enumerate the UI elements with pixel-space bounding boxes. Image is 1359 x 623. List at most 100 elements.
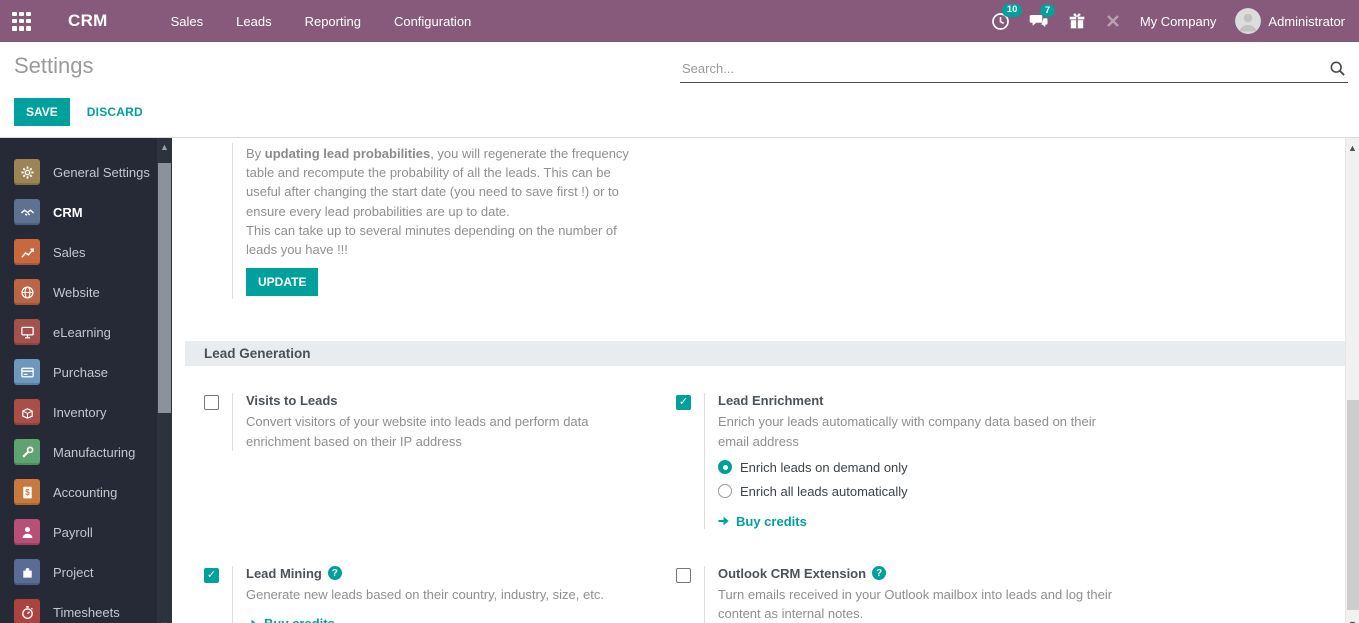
sidebar-item-label: Payroll (53, 524, 93, 540)
sidebar-item-website[interactable]: Website (0, 272, 172, 312)
purchase-card-icon (14, 359, 40, 385)
user-menu[interactable]: Administrator (1268, 14, 1345, 29)
sidebar-item-elearning[interactable]: eLearning (0, 312, 172, 352)
sidebar-item-accounting[interactable]: $ Accounting (0, 472, 172, 512)
radio-enrich-all-leads[interactable]: Enrich all leads automatically (718, 484, 1118, 499)
settings-grid: Visits to Leads Convert visitors of your… (204, 393, 1345, 623)
lead-enrichment-checkbox[interactable] (676, 395, 691, 411)
sidebar-scrollbar[interactable]: ▲ ▼ (157, 138, 172, 623)
update-note-warning: This can take up to several minutes depe… (246, 222, 617, 258)
sidebar-item-sales[interactable]: Sales (0, 232, 172, 272)
setting-description: Enrich your leads automatically with com… (718, 414, 1096, 449)
wrench-icon (14, 439, 40, 465)
settings-sidebar: General Settings CRM Sales Website eLearning… (0, 138, 172, 623)
payroll-person-icon (14, 519, 40, 545)
sidebar-item-label: Purchase (53, 364, 108, 380)
app-menubar: Sales Leads Reporting Configuration (165, 10, 478, 33)
top-navbar: CRM Sales Leads Reporting Configuration … (0, 0, 1359, 42)
sidebar-scroll-up-icon[interactable]: ▲ (157, 142, 172, 152)
settings-main-panel: By updating lead probabilities, you will… (172, 138, 1345, 623)
sidebar-item-label: eLearning (53, 324, 111, 340)
sidebar-item-purchase[interactable]: Purchase (0, 352, 172, 392)
box-icon (14, 399, 40, 425)
sidebar-item-label: Website (53, 284, 100, 300)
enrichment-mode-radios: Enrich leads on demand only Enrich all l… (718, 460, 1118, 499)
handshake-icon (14, 199, 40, 225)
activities-icon[interactable]: 10 (991, 3, 1023, 31)
radio-button[interactable] (718, 460, 732, 475)
sidebar-item-project[interactable]: Project (0, 552, 172, 592)
sidebar-item-label: Timesheets (53, 604, 120, 620)
search-icon[interactable] (1329, 60, 1346, 77)
sidebar-item-crm[interactable]: CRM (0, 192, 172, 232)
sidebar-item-label: General Settings (53, 164, 150, 180)
messages-badge: 7 (1039, 4, 1056, 18)
visits-to-leads-checkbox[interactable] (204, 395, 219, 411)
setting-description: Generate new leads based on their countr… (246, 586, 604, 602)
sidebar-item-timesheets[interactable]: Timesheets (0, 592, 172, 623)
systray: 10 7 My Company Administrator (991, 3, 1345, 34)
sidebar-items: General Settings CRM Sales Website eLearning… (0, 138, 172, 623)
menu-reporting[interactable]: Reporting (299, 10, 367, 33)
setting-title: Lead Enrichment (718, 393, 824, 409)
sidebar-scrollbar-thumb[interactable] (158, 163, 171, 413)
search-input[interactable] (682, 61, 1329, 76)
setting-title: Visits to Leads (246, 393, 338, 409)
arrow-right-icon (718, 516, 729, 526)
setting-lead-mining: Lead Mining ? Generate new leads based o… (204, 565, 676, 623)
app-title[interactable]: CRM (68, 11, 108, 31)
lead-mining-checkbox[interactable] (204, 567, 219, 583)
user-avatar[interactable] (1235, 8, 1262, 34)
discard-button[interactable]: DISCARD (87, 105, 143, 119)
update-note-text: By updating lead probabilities, you will… (246, 146, 629, 219)
setting-visits-to-leads: Visits to Leads Convert visitors of your… (204, 393, 676, 451)
control-panel: Settings SAVE DISCARD (0, 42, 1359, 138)
sidebar-item-inventory[interactable]: Inventory (0, 392, 172, 432)
page-title: Settings (14, 53, 94, 78)
apps-menu-icon[interactable] (12, 11, 31, 31)
sales-chart-icon (14, 239, 40, 265)
scroll-up-icon[interactable]: ▲ (1346, 143, 1359, 153)
main-scrollbar-thumb[interactable] (1347, 400, 1359, 610)
outlook-extension-checkbox[interactable] (676, 567, 691, 583)
setting-outlook-crm-extension: Outlook CRM Extension ? Turn emails rece… (676, 565, 1345, 623)
sidebar-item-label: Project (53, 564, 94, 580)
support-tools-icon[interactable] (1105, 13, 1121, 29)
scroll-down-icon[interactable]: ▼ (1346, 619, 1359, 623)
gear-icon (14, 159, 40, 185)
update-button[interactable]: UPDATE (246, 268, 319, 297)
buy-credits-link-enrichment[interactable]: Buy credits (718, 514, 1118, 529)
update-probabilities-note: By updating lead probabilities, you will… (232, 143, 637, 300)
sidebar-item-payroll[interactable]: Payroll (0, 512, 172, 552)
buy-credits-link-mining[interactable]: Buy credits (246, 616, 604, 623)
main-scrollbar[interactable]: ▲ ▼ (1345, 138, 1359, 623)
invoice-icon: $ (14, 479, 40, 505)
sidebar-item-label: Sales (53, 244, 86, 260)
company-switcher[interactable]: My Company (1140, 14, 1217, 29)
setting-description: Convert visitors of your website into le… (246, 414, 589, 449)
radio-enrich-on-demand[interactable]: Enrich leads on demand only (718, 460, 1118, 475)
puzzle-icon (14, 559, 40, 585)
setting-title: Lead Mining ? (246, 566, 604, 581)
presentation-icon (14, 319, 40, 345)
section-header-lead-generation: Lead Generation (185, 341, 1345, 367)
sidebar-item-label: Accounting (53, 484, 118, 500)
sidebar-item-manufacturing[interactable]: Manufacturing (0, 432, 172, 472)
setting-description: Turn emails received in your Outlook mai… (718, 586, 1113, 622)
help-icon[interactable]: ? (327, 566, 342, 581)
search-bar (680, 58, 1348, 83)
svg-text:$: $ (25, 488, 30, 497)
menu-leads[interactable]: Leads (230, 10, 277, 33)
setting-title: Outlook CRM Extension ? (718, 566, 1123, 581)
radio-button[interactable] (718, 484, 732, 499)
menu-sales[interactable]: Sales (165, 10, 210, 33)
save-button[interactable]: SAVE (14, 98, 70, 126)
arrow-right-icon (246, 619, 256, 623)
messages-icon[interactable]: 7 (1029, 4, 1056, 30)
sidebar-item-general-settings[interactable]: General Settings (0, 152, 172, 192)
sidebar-item-label: Manufacturing (53, 444, 136, 460)
stopwatch-icon (14, 599, 40, 623)
help-icon[interactable]: ? (872, 566, 887, 581)
menu-configuration[interactable]: Configuration (388, 10, 477, 33)
gift-icon[interactable] (1068, 12, 1086, 30)
